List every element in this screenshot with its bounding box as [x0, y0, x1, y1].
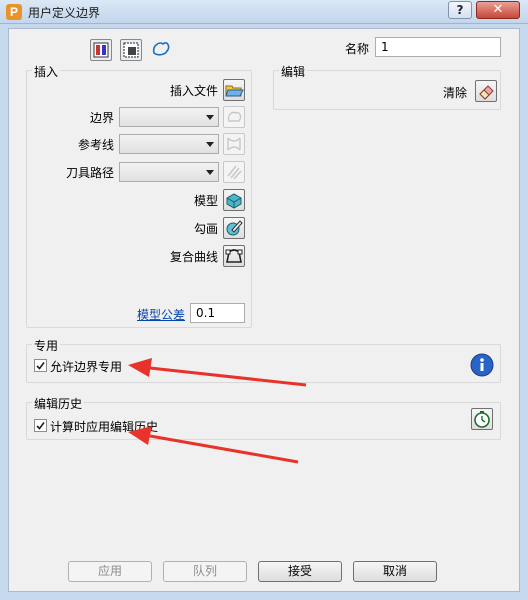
- arrow-to-history-checkbox: [128, 426, 299, 464]
- queue-button[interactable]: 队列: [163, 561, 247, 582]
- arrow-to-private-checkbox: [128, 358, 307, 387]
- accept-button[interactable]: 接受: [258, 561, 342, 582]
- annotation-arrows: [128, 358, 307, 464]
- apply-button[interactable]: 应用: [68, 561, 152, 582]
- cancel-button[interactable]: 取消: [353, 561, 437, 582]
